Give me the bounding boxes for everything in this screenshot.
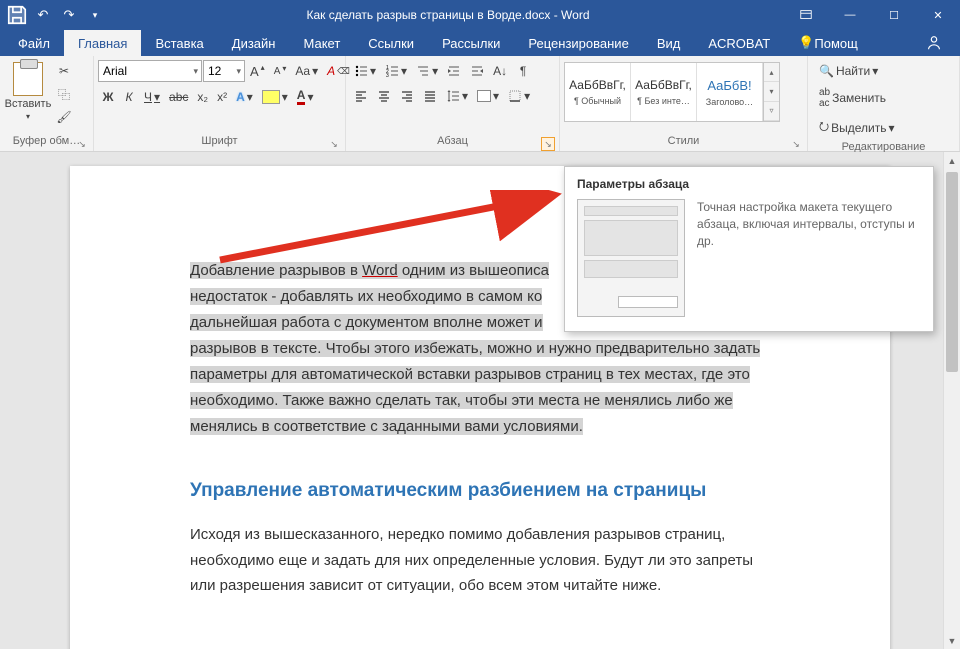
window-controls: ― ☐ ✕ (784, 0, 960, 30)
tab-acrobat[interactable]: ACROBAT (694, 30, 784, 56)
group-label-paragraph: Абзац (437, 135, 468, 147)
heading-2[interactable]: Управление автоматическим разбиением на … (190, 480, 770, 502)
replace-button[interactable]: abacЗаменить (812, 84, 893, 112)
sort-button[interactable]: A↓ (489, 60, 511, 82)
increase-indent-button[interactable] (466, 60, 488, 82)
align-center-button[interactable] (373, 85, 395, 107)
text-effects-button[interactable]: A▾ (232, 86, 257, 108)
line-spacing-button[interactable]: ▾ (442, 85, 472, 107)
group-label-styles: Стили (668, 135, 700, 147)
style-normal[interactable]: АаБбВвГг,¶ Обычный (565, 63, 631, 121)
group-clipboard: Вставить ▾ ✂ ⿻ 🖌 Буфер обм…↘ (0, 56, 94, 151)
undo-icon[interactable]: ↶ (32, 4, 54, 26)
font-launcher[interactable]: ↘ (327, 137, 341, 151)
svg-text:3: 3 (386, 73, 389, 78)
window-title: Как сделать разрыв страницы в Ворде.docx… (112, 8, 784, 22)
group-styles: АаБбВвГг,¶ Обычный АаБбВвГг,¶ Без инте… … (560, 56, 808, 151)
group-label-clipboard: Буфер обм… (13, 135, 80, 147)
group-font: Arial 12 A▴ A▾ Aa▾ A⌫ Ж К Ч▾ abc x₂ x² A… (94, 56, 346, 151)
search-icon: 🔍 (819, 64, 834, 78)
redo-icon[interactable]: ↷ (58, 4, 80, 26)
copy-button[interactable]: ⿻ (54, 83, 74, 105)
shrink-font-button[interactable]: A▾ (270, 60, 291, 82)
font-size-combo[interactable]: 12 (203, 60, 245, 82)
lightbulb-icon: 💡 (798, 35, 814, 51)
strikethrough-button[interactable]: abc (165, 86, 192, 108)
change-case-button[interactable]: Aa▾ (291, 60, 322, 82)
grow-font-button[interactable]: A▴ (246, 60, 269, 82)
decrease-indent-button[interactable] (443, 60, 465, 82)
qat-dropdown-icon[interactable]: ▾ (84, 4, 106, 26)
style-no-spacing[interactable]: АаБбВвГг,¶ Без инте… (631, 63, 697, 121)
shading-button[interactable]: ▾ (473, 85, 503, 107)
scroll-up-icon[interactable]: ▲ (944, 152, 960, 169)
group-paragraph: ▾ 123▾ ▾ A↓ ¶ ▾ ▾ ▾ Абзац ↘ (346, 56, 560, 151)
highlight-button[interactable]: ▾ (258, 86, 292, 108)
multilevel-list-button[interactable]: ▾ (412, 60, 442, 82)
quick-access-toolbar: ↶ ↷ ▾ (0, 4, 112, 26)
tab-mailings[interactable]: Рассылки (428, 30, 514, 56)
maximize-icon[interactable]: ☐ (872, 0, 916, 30)
italic-button[interactable]: К (119, 86, 139, 108)
save-icon[interactable] (6, 4, 28, 26)
select-button[interactable]: ⭮Выделить ▾ (812, 114, 902, 141)
tab-review[interactable]: Рецензирование (514, 30, 642, 56)
paste-icon (13, 62, 43, 96)
cursor-icon: ⭮ (819, 117, 829, 138)
styles-gallery: АаБбВвГг,¶ Обычный АаБбВвГг,¶ Без инте… … (564, 62, 780, 122)
clipboard-launcher[interactable]: ↘ (75, 137, 89, 151)
title-bar: ↶ ↷ ▾ Как сделать разрыв страницы в Ворд… (0, 0, 960, 30)
tooltip-text: Точная настройка макета текущего абзаца,… (697, 199, 921, 317)
tab-design[interactable]: Дизайн (218, 30, 290, 56)
styles-launcher[interactable]: ↘ (789, 137, 803, 151)
paragraph-settings-tooltip: Параметры абзаца Точная настройка макета… (564, 166, 934, 332)
style-heading1[interactable]: АаБбВ!Заголово… (697, 63, 763, 121)
bullets-button[interactable]: ▾ (350, 60, 380, 82)
paragraph-launcher[interactable]: ↘ (541, 137, 555, 151)
underline-button[interactable]: Ч▾ (140, 86, 164, 108)
cut-button[interactable]: ✂ (54, 60, 74, 82)
align-left-button[interactable] (350, 85, 372, 107)
tell-me[interactable]: 💡Помощ (784, 30, 872, 56)
group-label-font: Шрифт (201, 135, 237, 147)
tab-view[interactable]: Вид (643, 30, 695, 56)
tab-layout[interactable]: Макет (289, 30, 354, 56)
subscript-button[interactable]: x₂ (193, 86, 212, 108)
tab-file[interactable]: Файл (4, 30, 64, 56)
scroll-thumb[interactable] (946, 172, 958, 372)
ribbon: Вставить ▾ ✂ ⿻ 🖌 Буфер обм…↘ Arial 12 A▴… (0, 56, 960, 152)
borders-button[interactable]: ▾ (504, 85, 534, 107)
bold-button[interactable]: Ж (98, 86, 118, 108)
group-editing: 🔍Найти ▾ abacЗаменить ⭮Выделить ▾ Редакт… (808, 56, 960, 151)
font-color-button[interactable]: A▾ (293, 85, 318, 108)
scroll-down-icon[interactable]: ▼ (944, 632, 960, 649)
tab-insert[interactable]: Вставка (141, 30, 217, 56)
superscript-button[interactable]: x² (213, 86, 231, 108)
tab-references[interactable]: Ссылки (354, 30, 428, 56)
share-icon[interactable] (914, 34, 954, 52)
styles-gallery-scroll[interactable]: ▴▾▿ (763, 63, 779, 121)
font-name-combo[interactable]: Arial (98, 60, 202, 82)
paste-button[interactable]: Вставить ▾ (4, 58, 52, 121)
ribbon-options-icon[interactable] (784, 0, 828, 30)
paragraph-2[interactable]: Исходя из вышесказанного, нередко помимо… (190, 522, 770, 600)
tooltip-preview-image (577, 199, 685, 317)
find-button[interactable]: 🔍Найти ▾ (812, 60, 885, 82)
vertical-scrollbar[interactable]: ▲ ▼ (943, 152, 960, 649)
tooltip-title: Параметры абзаца (577, 177, 921, 191)
close-icon[interactable]: ✕ (916, 0, 960, 30)
minimize-icon[interactable]: ― (828, 0, 872, 30)
tab-home[interactable]: Главная (64, 30, 141, 56)
replace-icon: abac (819, 87, 830, 109)
numbering-button[interactable]: 123▾ (381, 60, 411, 82)
justify-button[interactable] (419, 85, 441, 107)
highlight-icon (262, 90, 280, 104)
ribbon-tabs: Файл Главная Вставка Дизайн Макет Ссылки… (0, 30, 960, 56)
align-right-button[interactable] (396, 85, 418, 107)
show-marks-button[interactable]: ¶ (512, 60, 534, 82)
format-painter-button[interactable]: 🖌 (54, 106, 74, 128)
